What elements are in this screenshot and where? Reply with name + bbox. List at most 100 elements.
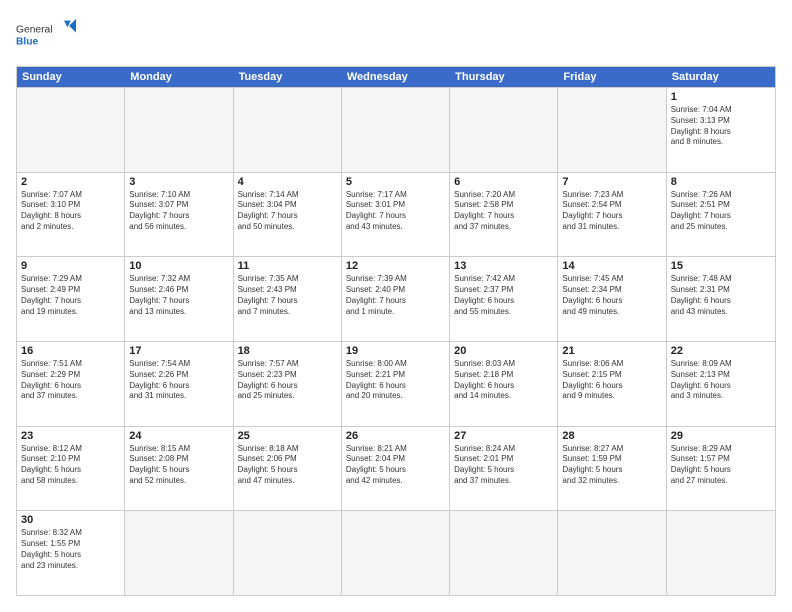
calendar-row-0: 1 Sunrise: 7:04 AM Sunset: 3:13 PM Daylig…: [17, 87, 775, 172]
cal-cell: [234, 511, 342, 595]
calendar-row-4: 23 Sunrise: 8:12 AM Sunset: 2:10 PM Dayli…: [17, 426, 775, 511]
day-number: 20: [454, 345, 553, 357]
header-day-friday: Friday: [558, 67, 666, 87]
cal-cell: 4Sunrise: 7:14 AM Sunset: 3:04 PM Daylig…: [234, 173, 342, 257]
svg-text:Blue: Blue: [16, 37, 39, 48]
cal-cell: 19 Sunrise: 8:00 AM Sunset: 2:21 PM Dayli…: [342, 342, 450, 426]
cal-cell: 23 Sunrise: 8:12 AM Sunset: 2:10 PM Dayli…: [17, 427, 125, 511]
calendar-row-5: 30 Sunrise: 8:32 AM Sunset: 1:55 PM Dayli…: [17, 510, 775, 595]
day-info: Sunrise: 8:00 AM Sunset: 2:21 PM Dayligh…: [346, 359, 445, 402]
day-number: 21: [562, 345, 661, 357]
logo-svg: General Blue: [16, 16, 76, 56]
day-info: Sunrise: 8:06 AM Sunset: 2:15 PM Dayligh…: [562, 359, 661, 402]
day-info: Sunrise: 7:17 AM Sunset: 3:01 PM Dayligh…: [346, 190, 445, 233]
day-number: 16: [21, 345, 120, 357]
day-number: 6: [454, 176, 553, 188]
day-number: 30: [21, 514, 120, 526]
day-number: 4: [238, 176, 337, 188]
cal-cell: [667, 511, 775, 595]
day-info: Sunrise: 8:09 AM Sunset: 2:13 PM Dayligh…: [671, 359, 771, 402]
cal-cell: 1 Sunrise: 7:04 AM Sunset: 3:13 PM Daylig…: [667, 88, 775, 172]
day-info: Sunrise: 8:29 AM Sunset: 1:57 PM Dayligh…: [671, 444, 771, 487]
header-day-monday: Monday: [125, 67, 233, 87]
day-info: Sunrise: 8:21 AM Sunset: 2:04 PM Dayligh…: [346, 444, 445, 487]
day-info: Sunrise: 7:45 AM Sunset: 2:34 PM Dayligh…: [562, 274, 661, 317]
day-info: Sunrise: 8:24 AM Sunset: 2:01 PM Dayligh…: [454, 444, 553, 487]
day-info: Sunrise: 7:07 AM Sunset: 3:10 PM Dayligh…: [21, 190, 120, 233]
day-number: 18: [238, 345, 337, 357]
cal-cell: 20 Sunrise: 8:03 AM Sunset: 2:18 PM Dayli…: [450, 342, 558, 426]
header: General Blue: [16, 16, 776, 56]
day-info: Sunrise: 7:23 AM Sunset: 2:54 PM Dayligh…: [562, 190, 661, 233]
day-info: Sunrise: 7:29 AM Sunset: 2:49 PM Dayligh…: [21, 274, 120, 317]
day-info: Sunrise: 7:48 AM Sunset: 2:31 PM Dayligh…: [671, 274, 771, 317]
day-info: Sunrise: 7:10 AM Sunset: 3:07 PM Dayligh…: [129, 190, 228, 233]
day-number: 1: [671, 91, 771, 103]
cal-cell: 17Sunrise: 7:54 AM Sunset: 2:26 PM Dayli…: [125, 342, 233, 426]
cal-cell: 29 Sunrise: 8:29 AM Sunset: 1:57 PM Dayli…: [667, 427, 775, 511]
cal-cell: [125, 88, 233, 172]
header-day-saturday: Saturday: [667, 67, 775, 87]
day-info: Sunrise: 7:04 AM Sunset: 3:13 PM Dayligh…: [671, 105, 771, 148]
day-info: Sunrise: 7:42 AM Sunset: 2:37 PM Dayligh…: [454, 274, 553, 317]
day-number: 19: [346, 345, 445, 357]
calendar-row-2: 9Sunrise: 7:29 AM Sunset: 2:49 PM Daylig…: [17, 256, 775, 341]
day-number: 13: [454, 260, 553, 272]
day-info: Sunrise: 7:26 AM Sunset: 2:51 PM Dayligh…: [671, 190, 771, 233]
day-number: 29: [671, 430, 771, 442]
logo: General Blue: [16, 16, 76, 56]
day-number: 28: [562, 430, 661, 442]
day-number: 3: [129, 176, 228, 188]
cal-cell: [558, 511, 666, 595]
day-info: Sunrise: 7:54 AM Sunset: 2:26 PM Dayligh…: [129, 359, 228, 402]
day-info: Sunrise: 7:57 AM Sunset: 2:23 PM Dayligh…: [238, 359, 337, 402]
cal-cell: [450, 511, 558, 595]
day-number: 2: [21, 176, 120, 188]
day-info: Sunrise: 8:15 AM Sunset: 2:08 PM Dayligh…: [129, 444, 228, 487]
cal-cell: [342, 88, 450, 172]
day-number: 8: [671, 176, 771, 188]
cal-cell: 12 Sunrise: 7:39 AM Sunset: 2:40 PM Dayli…: [342, 257, 450, 341]
day-number: 11: [238, 260, 337, 272]
day-info: Sunrise: 7:51 AM Sunset: 2:29 PM Dayligh…: [21, 359, 120, 402]
day-info: Sunrise: 8:32 AM Sunset: 1:55 PM Dayligh…: [21, 528, 120, 571]
cal-cell: [125, 511, 233, 595]
day-info: Sunrise: 8:18 AM Sunset: 2:06 PM Dayligh…: [238, 444, 337, 487]
cal-cell: 15Sunrise: 7:48 AM Sunset: 2:31 PM Dayli…: [667, 257, 775, 341]
header-day-sunday: Sunday: [17, 67, 125, 87]
calendar-body: 1 Sunrise: 7:04 AM Sunset: 3:13 PM Daylig…: [17, 87, 775, 595]
day-info: Sunrise: 7:32 AM Sunset: 2:46 PM Dayligh…: [129, 274, 228, 317]
day-number: 12: [346, 260, 445, 272]
cal-cell: 5 Sunrise: 7:17 AM Sunset: 3:01 PM Daylig…: [342, 173, 450, 257]
cal-cell: 8 Sunrise: 7:26 AM Sunset: 2:51 PM Daylig…: [667, 173, 775, 257]
day-info: Sunrise: 7:39 AM Sunset: 2:40 PM Dayligh…: [346, 274, 445, 317]
cal-cell: 22 Sunrise: 8:09 AM Sunset: 2:13 PM Dayli…: [667, 342, 775, 426]
day-info: Sunrise: 8:12 AM Sunset: 2:10 PM Dayligh…: [21, 444, 120, 487]
cal-cell: 24Sunrise: 8:15 AM Sunset: 2:08 PM Dayli…: [125, 427, 233, 511]
day-number: 22: [671, 345, 771, 357]
cal-cell: 3 Sunrise: 7:10 AM Sunset: 3:07 PM Daylig…: [125, 173, 233, 257]
day-number: 23: [21, 430, 120, 442]
svg-text:General: General: [16, 25, 53, 36]
day-number: 26: [346, 430, 445, 442]
day-number: 14: [562, 260, 661, 272]
calendar: SundayMondayTuesdayWednesdayThursdayFrid…: [16, 66, 776, 596]
cal-cell: 25 Sunrise: 8:18 AM Sunset: 2:06 PM Dayli…: [234, 427, 342, 511]
page: General Blue SundayMondayTuesdayWednesda…: [0, 0, 792, 612]
header-day-wednesday: Wednesday: [342, 67, 450, 87]
cal-cell: 21 Sunrise: 8:06 AM Sunset: 2:15 PM Dayli…: [558, 342, 666, 426]
cal-cell: 26 Sunrise: 8:21 AM Sunset: 2:04 PM Dayli…: [342, 427, 450, 511]
day-info: Sunrise: 7:35 AM Sunset: 2:43 PM Dayligh…: [238, 274, 337, 317]
day-info: Sunrise: 8:03 AM Sunset: 2:18 PM Dayligh…: [454, 359, 553, 402]
cal-cell: 2 Sunrise: 7:07 AM Sunset: 3:10 PM Daylig…: [17, 173, 125, 257]
cal-cell: 11 Sunrise: 7:35 AM Sunset: 2:43 PM Dayli…: [234, 257, 342, 341]
day-number: 5: [346, 176, 445, 188]
day-info: Sunrise: 7:20 AM Sunset: 2:58 PM Dayligh…: [454, 190, 553, 233]
cal-cell: [342, 511, 450, 595]
day-number: 25: [238, 430, 337, 442]
cal-cell: 13 Sunrise: 7:42 AM Sunset: 2:37 PM Dayli…: [450, 257, 558, 341]
calendar-row-1: 2 Sunrise: 7:07 AM Sunset: 3:10 PM Daylig…: [17, 172, 775, 257]
cal-cell: 30 Sunrise: 8:32 AM Sunset: 1:55 PM Dayli…: [17, 511, 125, 595]
header-day-tuesday: Tuesday: [234, 67, 342, 87]
cal-cell: 7Sunrise: 7:23 AM Sunset: 2:54 PM Daylig…: [558, 173, 666, 257]
